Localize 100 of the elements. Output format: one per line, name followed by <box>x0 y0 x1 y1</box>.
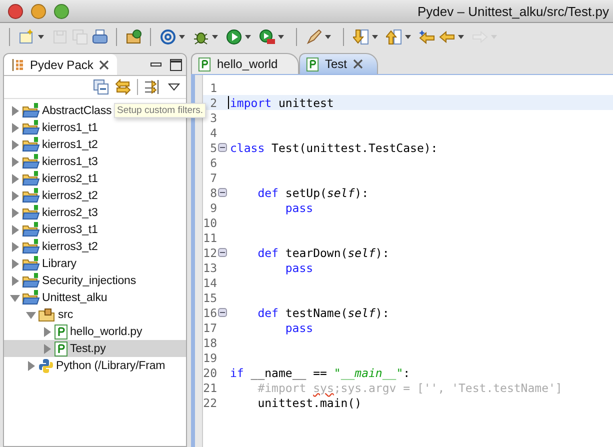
code-line: pass <box>284 320 314 334</box>
tooltip: Setup custom filters. <box>114 103 206 118</box>
print-toolbar-icon[interactable] <box>91 28 108 46</box>
line-number: 16 <box>203 306 217 320</box>
line-number: 21 <box>203 380 217 394</box>
line-number: 17 <box>203 320 217 334</box>
tree-item[interactable]: kierros1_t3 <box>4 153 186 170</box>
prev-toolbar-icon[interactable] <box>385 28 402 46</box>
line-number: 9 <box>209 200 217 214</box>
package-view-icon <box>12 58 24 72</box>
dropdown-caret-icon[interactable] <box>372 35 378 39</box>
python-file-icon <box>198 56 211 72</box>
tree-item[interactable]: kierros2_t2 <box>4 187 186 204</box>
dropdown-caret-icon[interactable] <box>245 35 251 39</box>
fold-icon[interactable] <box>218 188 226 197</box>
project-folder-icon <box>22 136 40 152</box>
fold-icon[interactable] <box>218 248 226 257</box>
project-folder-icon <box>22 120 40 136</box>
close-icon[interactable] <box>353 59 364 69</box>
dropdown-caret-icon[interactable] <box>458 35 464 39</box>
code-line: class Test(unittest.TestCase): <box>230 140 438 154</box>
next-toolbar-icon[interactable] <box>352 28 369 46</box>
tree-item[interactable]: hello_world.py <box>4 323 186 340</box>
editor-tab[interactable]: hello_world <box>191 53 299 74</box>
dropdown-caret-icon[interactable] <box>405 35 411 39</box>
text-cursor <box>228 96 229 109</box>
dropdown-caret-icon[interactable] <box>179 35 185 39</box>
open-folder-toolbar-icon[interactable] <box>125 28 142 46</box>
python-logo-icon <box>38 358 54 374</box>
close-icon[interactable] <box>99 60 110 70</box>
code-line: def testName(self): <box>256 306 390 320</box>
tree-item[interactable]: kierros3_t1 <box>4 221 186 238</box>
tree-item[interactable]: Unittest_alku <box>4 289 186 306</box>
project-folder-icon <box>22 170 40 186</box>
code-line: #import sys;sys.argv = ['', 'Test.testName'] <box>256 380 562 394</box>
window-control-button[interactable] <box>54 4 69 18</box>
python-file-icon <box>306 56 319 72</box>
project-folder-icon <box>22 188 40 204</box>
project-folder-icon <box>22 204 40 220</box>
line-number: 8 <box>209 186 217 200</box>
line-number: 5 <box>209 140 217 154</box>
line-number: 12 <box>203 246 217 260</box>
fold-icon[interactable] <box>218 308 226 317</box>
maximize-icon[interactable] <box>170 58 182 70</box>
code-line: pass <box>284 200 314 214</box>
line-number: 18 <box>203 336 217 350</box>
tree-item[interactable]: Test.py <box>4 340 186 357</box>
line-number: 20 <box>203 366 217 380</box>
tree-item[interactable]: kierros2_t3 <box>4 204 186 221</box>
code-line: def setUp(self): <box>256 186 368 200</box>
dropdown-caret-icon[interactable] <box>278 35 284 39</box>
project-folder-icon <box>22 102 40 118</box>
line-number: 10 <box>203 216 217 230</box>
tree-item[interactable]: src <box>4 306 186 323</box>
project-folder-icon <box>22 290 40 306</box>
collapse-all-icon[interactable] <box>93 79 109 95</box>
line-number: 14 <box>203 276 217 290</box>
marker-toolbar-icon[interactable] <box>305 28 322 46</box>
project-folder-icon <box>22 272 40 288</box>
line-number: 11 <box>203 230 217 244</box>
code-line: pass <box>284 260 314 274</box>
line-number: 15 <box>203 290 217 304</box>
window-control-button[interactable] <box>8 4 23 18</box>
fold-icon[interactable] <box>218 143 226 152</box>
package-folder-icon <box>38 306 56 322</box>
line-number: 7 <box>209 170 217 184</box>
link-editor-icon[interactable] <box>115 79 131 95</box>
tree-item[interactable]: kierros1_t1 <box>4 119 186 136</box>
dropdown-caret-icon[interactable] <box>38 35 44 39</box>
dropdown-caret-icon[interactable] <box>212 35 218 39</box>
code-line: unittest.main() <box>256 396 362 410</box>
python-file-icon <box>54 324 68 340</box>
line-number: 4 <box>209 126 217 140</box>
tree-item[interactable]: kierros3_t2 <box>4 238 186 255</box>
last-edit-toolbar-icon[interactable] <box>418 28 435 46</box>
tree-item[interactable]: kierros1_t2 <box>4 136 186 153</box>
window-control-button[interactable] <box>31 4 46 18</box>
run-toolbar-icon[interactable] <box>225 28 242 46</box>
line-number: 6 <box>209 156 217 170</box>
view-menu-icon[interactable] <box>168 83 180 91</box>
project-folder-icon <box>22 256 40 272</box>
code-line: if __name__ == "__main__": <box>230 366 410 380</box>
line-number: 19 <box>203 350 217 364</box>
dropdown-caret-icon[interactable] <box>325 35 331 39</box>
run-tools-toolbar-icon[interactable] <box>258 28 275 46</box>
code-line: import unittest <box>230 96 334 110</box>
project-folder-icon <box>22 238 40 254</box>
tree-item[interactable]: Security_injections <box>4 272 186 289</box>
editor-tab[interactable]: Test <box>299 53 378 74</box>
tree-item[interactable]: kierros2_t1 <box>4 170 186 187</box>
back-toolbar-icon[interactable] <box>438 28 455 46</box>
tree-item[interactable]: Python (/Library/Fram <box>4 357 186 374</box>
line-number: 13 <box>203 260 217 274</box>
view-tab[interactable]: Pydev Pack <box>4 54 118 75</box>
project-folder-icon <box>22 154 40 170</box>
window-title: Pydev – Unittest_alku/src/Test.py <box>418 4 610 18</box>
line-number: 1 <box>209 80 217 94</box>
python-file-icon <box>54 340 68 356</box>
line-number: 3 <box>209 110 217 124</box>
tree-item[interactable]: Library <box>4 255 186 272</box>
